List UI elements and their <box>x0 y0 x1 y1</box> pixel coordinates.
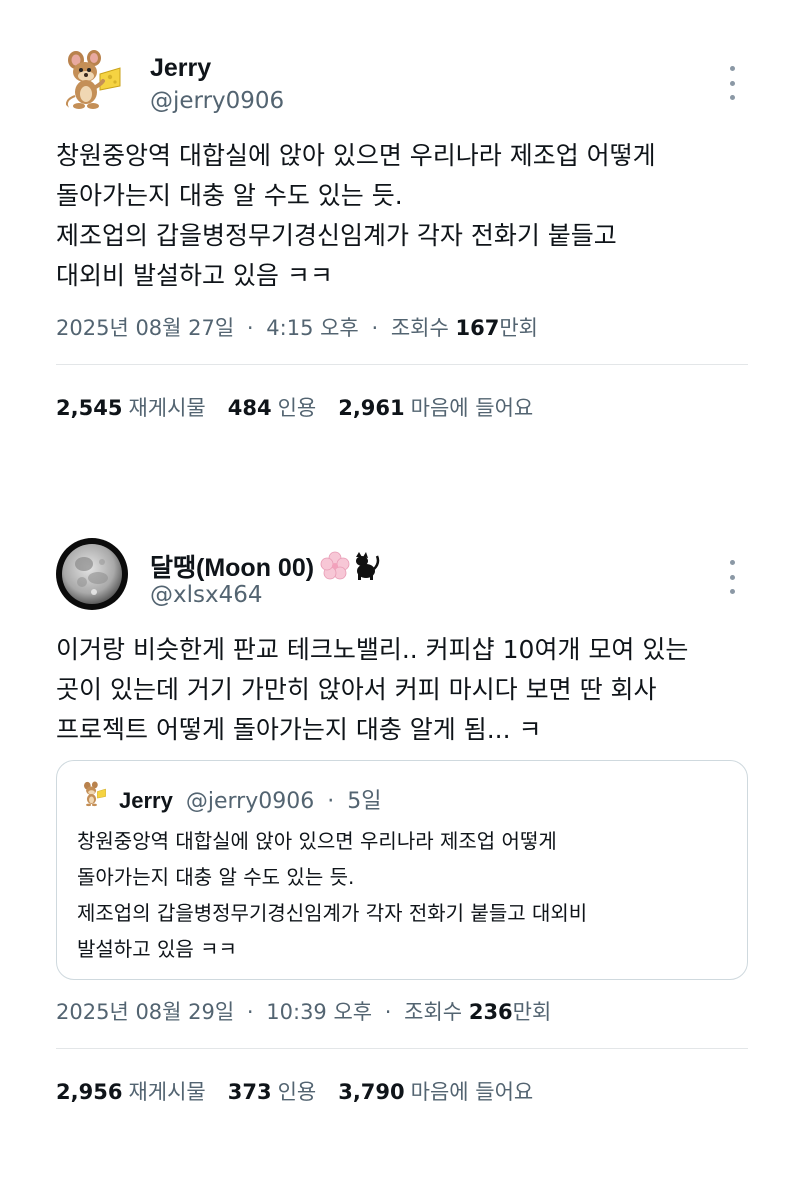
avatar[interactable] <box>56 44 128 116</box>
quotes-label: 인용 <box>277 396 317 420</box>
tweet-meta: 2025년 08월 29일 · 10:39 오후 · 조회수 236만회 <box>56 996 551 1026</box>
quote-age: 5일 <box>347 789 382 814</box>
engagement-stats: 2,545 재게시물 484 인용 2,961 마음에 들어요 <box>56 392 555 422</box>
likes-count: 3,790 <box>338 1080 405 1104</box>
display-name-text: 달땡(Moon 00) <box>150 554 315 582</box>
quote-body-line: 제조업의 갑을병정무기경신임계가 각자 전화기 붙들고 대외비 <box>77 901 588 925</box>
tweet-meta: 2025년 08월 27일 · 4:15 오후 · 조회수 167만회 <box>56 312 538 342</box>
tweet-body-line: 프로젝트 어떻게 돌아가는지 대충 알게 됨... ㅋ <box>56 715 542 744</box>
views-count: 236 <box>468 1000 513 1024</box>
tweet-date[interactable]: 2025년 08월 27일 <box>56 316 234 340</box>
retweets-stat[interactable]: 2,956 재게시물 <box>56 1076 206 1106</box>
quote-body-line: 창원중앙역 대합실에 앉아 있으면 우리나라 제조업 어떻게 <box>77 829 557 853</box>
likes-label: 마음에 들어요 <box>410 396 534 420</box>
more-options-icon[interactable] <box>722 560 742 594</box>
handle[interactable]: @jerry0906 <box>150 88 284 114</box>
moon-avatar <box>56 538 128 610</box>
tweet-body: 창원중앙역 대합실에 앉아 있으면 우리나라 제조업 어떻게 돌아가는지 대충 … <box>56 136 756 296</box>
views-label: 조회수 <box>404 1000 463 1024</box>
separator: · <box>327 789 335 814</box>
retweets-stat[interactable]: 2,545 재게시물 <box>56 392 206 422</box>
mouse-cartoon-avatar <box>79 779 109 809</box>
tweet-time[interactable]: 4:15 오후 <box>266 316 358 340</box>
quote-handle: @jerry0906 <box>185 789 315 814</box>
retweets-count: 2,545 <box>56 396 123 420</box>
tweet-time[interactable]: 10:39 오후 <box>266 1000 372 1024</box>
quote-display-name: Jerry <box>119 788 173 813</box>
likes-stat[interactable]: 2,961 마음에 들어요 <box>338 392 533 422</box>
tweet-body-line: 창원중앙역 대합실에 앉아 있으면 우리나라 제조업 어떻게 <box>56 141 656 170</box>
blossom-emoji <box>320 551 350 580</box>
views-unit: 만회 <box>499 316 538 340</box>
views-count: 167 <box>455 316 500 340</box>
quotes-stat[interactable]: 373 인용 <box>228 1076 316 1106</box>
handle[interactable]: @xlsx464 <box>150 582 263 608</box>
separator: · <box>371 316 379 340</box>
tweet-body-line: 돌아가는지 대충 알 수도 있는 듯. <box>56 181 403 210</box>
quote-body-line: 발설하고 있음 ㅋㅋ <box>77 937 237 961</box>
tweet-date[interactable]: 2025년 08월 29일 <box>56 1000 234 1024</box>
quotes-label: 인용 <box>277 1080 317 1104</box>
quotes-count: 373 <box>227 1080 272 1104</box>
quotes-count: 484 <box>227 396 272 420</box>
quote-header: Jerry @jerry0906 · 5일 <box>119 783 381 815</box>
likes-count: 2,961 <box>338 396 405 420</box>
quote-body-line: 돌아가는지 대충 알 수도 있는 듯. <box>77 865 355 889</box>
retweets-label: 재게시물 <box>128 396 206 420</box>
divider <box>56 1048 748 1049</box>
quote-avatar <box>79 779 109 809</box>
likes-stat[interactable]: 3,790 마음에 들어요 <box>338 1076 533 1106</box>
separator: · <box>246 316 254 340</box>
tweet-body-line: 이거랑 비슷한게 판교 테크노밸리.. 커피샵 10여개 모여 있는 <box>56 635 689 664</box>
tweet-body-line: 곳이 있는데 거기 가만히 앉아서 커피 마시다 보면 딴 회사 <box>56 675 657 704</box>
divider <box>56 364 748 365</box>
engagement-stats: 2,956 재게시물 373 인용 3,790 마음에 들어요 <box>56 1076 555 1106</box>
retweets-count: 2,956 <box>56 1080 123 1104</box>
avatar[interactable] <box>56 538 128 610</box>
display-name[interactable]: 달땡(Moon 00) <box>150 548 380 584</box>
retweets-label: 재게시물 <box>128 1080 206 1104</box>
views-label: 조회수 <box>390 316 449 340</box>
separator: · <box>246 1000 254 1024</box>
separator: · <box>384 1000 392 1024</box>
display-name[interactable]: Jerry <box>150 54 211 83</box>
likes-label: 마음에 들어요 <box>410 1080 534 1104</box>
tweet-body-line: 제조업의 갑을병정무기경신임계가 각자 전화기 붙들고 <box>56 221 617 250</box>
quotes-stat[interactable]: 484 인용 <box>228 392 316 422</box>
tweet-body-line: 대외비 발설하고 있음 ㅋㅋ <box>56 261 333 290</box>
quote-body: 창원중앙역 대합실에 앉아 있으면 우리나라 제조업 어떻게 돌아가는지 대충 … <box>77 823 587 967</box>
views-unit: 만회 <box>512 1000 552 1024</box>
tweet-body: 이거랑 비슷한게 판교 테크노밸리.. 커피샵 10여개 모여 있는 곳이 있는… <box>56 630 756 750</box>
black-cat-emoji <box>356 552 380 580</box>
mouse-cartoon-avatar <box>56 44 128 116</box>
more-options-icon[interactable] <box>722 66 742 100</box>
quoted-tweet-card[interactable]: Jerry @jerry0906 · 5일 창원중앙역 대합실에 앉아 있으면 … <box>56 760 748 980</box>
